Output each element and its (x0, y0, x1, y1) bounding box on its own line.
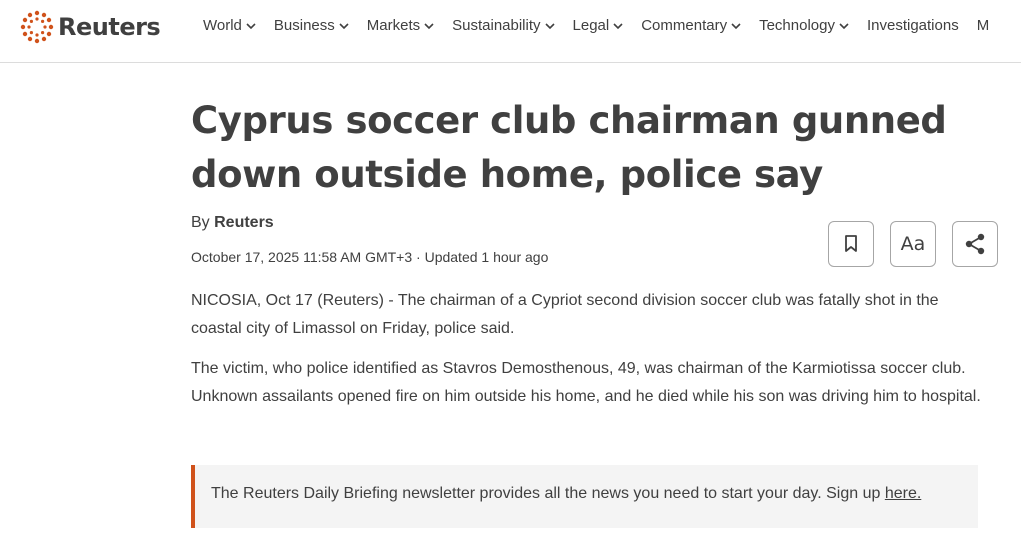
bookmark-button[interactable] (828, 221, 874, 267)
newsletter-text: The Reuters Daily Briefing newsletter pr… (211, 485, 921, 503)
reuters-logo[interactable]: Reuters (20, 8, 161, 46)
newsletter-message: The Reuters Daily Briefing newsletter pr… (211, 485, 885, 502)
article-paragraph: The victim, who police identified as Sta… (191, 360, 981, 405)
nav-item-label: Technology (759, 17, 835, 34)
chevron-down-icon (339, 22, 349, 29)
nav-item-label: Investigations (866, 17, 959, 34)
nav-item-label: Commentary (641, 17, 728, 34)
nav-item-legal[interactable]: Legal (573, 17, 624, 34)
font-size-label: Aa (900, 233, 926, 255)
nav-item-investigations[interactable]: Investigations (867, 17, 959, 34)
nav-item-world[interactable]: World (203, 17, 256, 34)
nav-item-sustainability[interactable]: Sustainability (452, 17, 555, 34)
newsletter-signup-link[interactable]: here. (885, 485, 921, 502)
author-link[interactable]: Reuters (214, 214, 274, 231)
chevron-down-icon (246, 22, 256, 29)
nav-item-business[interactable]: Business (274, 17, 349, 34)
reuters-logo-icon (20, 10, 54, 44)
font-size-button[interactable]: Aa (890, 221, 936, 267)
chevron-down-icon (424, 22, 434, 29)
byline: By Reuters (191, 214, 274, 232)
nav-item-label: M (976, 17, 990, 34)
nav-item-technology[interactable]: Technology (759, 17, 849, 34)
chevron-down-icon (613, 22, 623, 29)
nav-item-label: Legal (572, 17, 610, 34)
article-headline: Cyprus soccer club chairman gunned down … (191, 99, 947, 196)
share-button[interactable] (952, 221, 998, 267)
logo-text: Reuters (58, 13, 161, 41)
byline-prefix: By (191, 214, 210, 231)
article-paragraph: NICOSIA, Oct 17 (Reuters) - The chairman… (191, 292, 939, 337)
main-nav: World Business Markets Sustainability Legal C… (203, 17, 1007, 34)
share-icon (965, 233, 985, 255)
article-dateline: October 17, 2025 11:58 AM GMT+3 · Update… (191, 249, 549, 265)
nav-item-markets[interactable]: Markets (367, 17, 434, 34)
chevron-down-icon (731, 22, 741, 29)
nav-item-label: World (203, 17, 242, 34)
site-header: Reuters World Business Markets Sustainabili… (0, 0, 1021, 63)
nav-item-commentary[interactable]: Commentary (641, 17, 741, 34)
nav-item-label: Sustainability (452, 17, 541, 34)
newsletter-callout: The Reuters Daily Briefing newsletter pr… (191, 465, 978, 528)
chevron-down-icon (839, 22, 849, 29)
nav-item-m[interactable]: M (977, 17, 990, 34)
nav-item-label: Markets (366, 17, 421, 34)
nav-item-label: Business (273, 17, 335, 34)
bookmark-icon (845, 235, 857, 252)
chevron-down-icon (544, 22, 555, 29)
